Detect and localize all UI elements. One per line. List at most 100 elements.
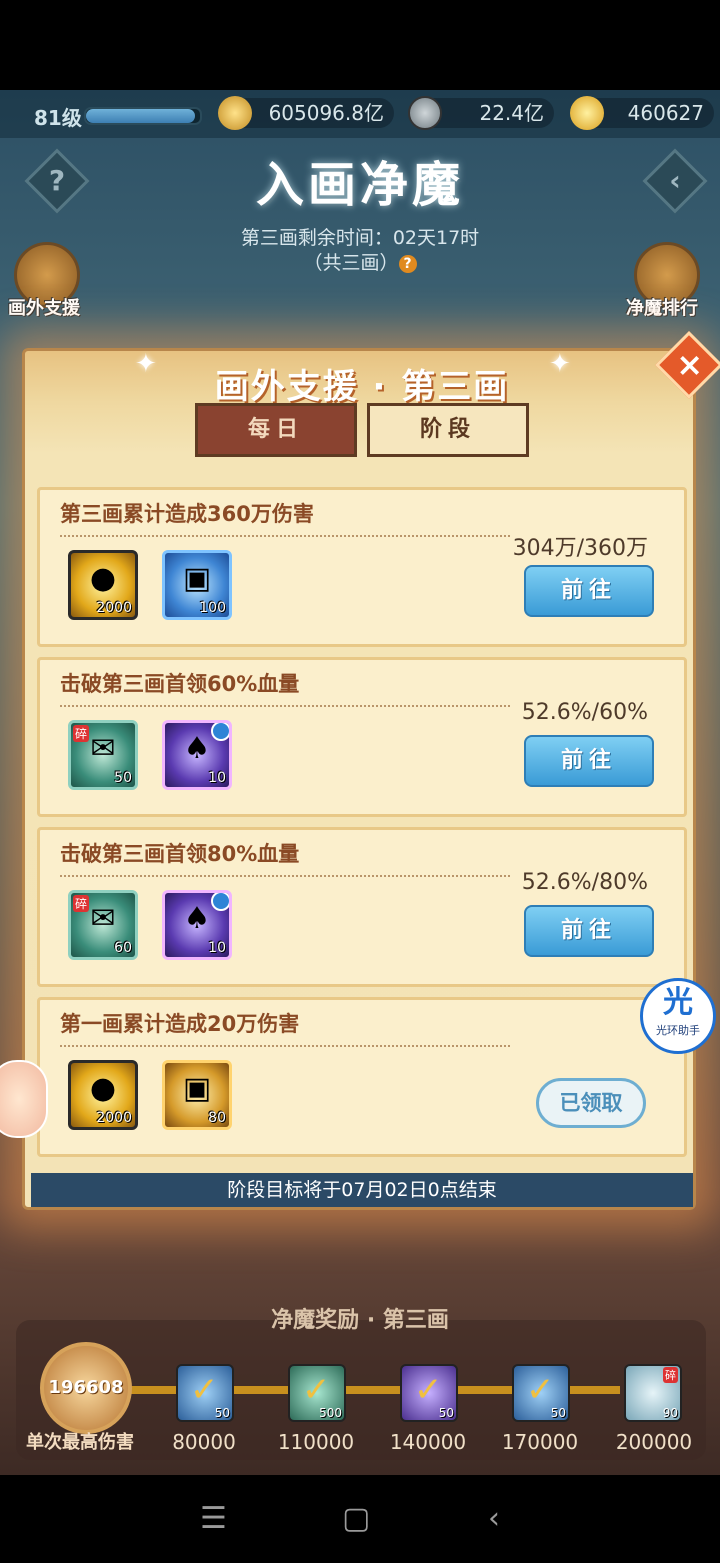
clock-icon: [211, 893, 229, 911]
reward-glyph: ▣: [182, 561, 212, 596]
tab-daily[interactable]: 每日: [195, 403, 357, 457]
player-level: 81级: [34, 106, 82, 130]
golden-chest-icon[interactable]: ▣ 80: [162, 1060, 232, 1130]
reward-count: 100: [199, 600, 226, 616]
level-progress-fill: [86, 109, 196, 123]
remaining-time: 第三画剩余时间：02天17时: [240, 227, 480, 249]
stage-end-notice: 阶段目标将于07月02日0点结束: [31, 1173, 693, 1207]
milestone-reward-icon[interactable]: 碎 90: [624, 1364, 682, 1422]
reward-glyph: ●: [89, 561, 117, 596]
power-display: 605096.8亿: [218, 96, 394, 130]
helper-icon: 光: [663, 985, 693, 1020]
milestone-reward-icon[interactable]: ✓ 50: [400, 1364, 458, 1422]
check-icon: ✓: [302, 1370, 331, 1410]
task-title: 第三画累计造成360万伤害: [60, 502, 314, 526]
help-button[interactable]: ?: [24, 148, 90, 214]
milestone-value: 80000: [172, 1430, 236, 1454]
check-icon: ✓: [414, 1370, 443, 1410]
coin-value: 22.4亿: [479, 101, 544, 125]
spirit-icon[interactable]: ♠ 10: [162, 720, 232, 790]
spirit-icon[interactable]: ♠ 10: [162, 890, 232, 960]
milestone-reward-icon[interactable]: ✓ 500: [288, 1364, 346, 1422]
milestone-value: 200000: [615, 1430, 693, 1454]
gold-ingots-icon[interactable]: ● 2000: [68, 550, 138, 620]
milestone-value: 170000: [501, 1430, 579, 1454]
milestone-reward-icon[interactable]: ✓ 50: [512, 1364, 570, 1422]
system-nav-bar: ☰ ▢ ‹: [0, 1475, 720, 1563]
info-icon[interactable]: ?: [398, 254, 417, 273]
task-progress: 304万/360万: [512, 536, 648, 561]
reward-count: 80: [208, 1110, 226, 1126]
scroll-fragment-icon[interactable]: 碎 ✉ 60: [68, 890, 138, 960]
menu-icon[interactable]: ☰: [200, 1501, 227, 1536]
milestone-count: 50: [550, 1406, 566, 1420]
reward-count: 10: [208, 770, 226, 786]
helper-label: 光环助手: [656, 1024, 700, 1037]
back-button[interactable]: ‹: [642, 148, 708, 214]
gold-value: 460627: [627, 101, 704, 125]
tab-stage[interactable]: 阶段: [367, 403, 529, 457]
go-button[interactable]: 前往: [524, 905, 654, 957]
close-icon: ×: [676, 345, 704, 384]
reward-count: 60: [114, 940, 132, 956]
task-title: 击破第三画首领80%血量: [60, 842, 300, 866]
task-card: 第三画累计造成360万伤害 304万/360万 ● 2000 ▣ 100 前往: [37, 487, 687, 647]
game-screen: 81级 605096.8亿 22.4亿 460627 ? ‹ 入画净魔 第三画剩…: [0, 90, 720, 1475]
treasure-chest-icon[interactable]: ▣ 100: [162, 550, 232, 620]
gold-ingots-icon[interactable]: ● 2000: [68, 1060, 138, 1130]
reward-glyph: ✉: [90, 901, 116, 936]
max-damage-label: 单次最高伤害: [26, 1432, 134, 1453]
milestone-count: 50: [438, 1406, 454, 1420]
reward-count: 10: [208, 940, 226, 956]
home-icon[interactable]: ▢: [342, 1501, 370, 1536]
panel-title: 画外支援 · 第三画: [214, 367, 510, 407]
reward-count: 2000: [96, 600, 132, 616]
divider: [60, 1045, 510, 1047]
divider: [60, 705, 510, 707]
milestone-value: 110000: [277, 1430, 355, 1454]
milestone-count: 90: [662, 1406, 678, 1420]
gold-display: 460627: [570, 96, 714, 130]
milestone-value: 140000: [389, 1430, 467, 1454]
support-label[interactable]: 画外支援: [8, 294, 80, 320]
resource-bar: 81级 605096.8亿 22.4亿 460627: [0, 90, 720, 138]
total-paintings: （共三画）?: [0, 248, 720, 275]
floating-avatar[interactable]: [0, 1060, 48, 1138]
milestone-count: 500: [319, 1406, 342, 1420]
task-card: 击破第三画首领60%血量 52.6%/60% 碎 ✉ 50 ♠ 10 前往: [37, 657, 687, 817]
event-title: 入画净魔: [255, 157, 464, 213]
reward-count: 2000: [96, 1110, 132, 1126]
support-panel: ✦ ✦ 画外支援 · 第三画 × 每日 阶段 第三画累计造成360万伤害 304…: [22, 331, 720, 1210]
reward-count: 50: [114, 770, 132, 786]
check-icon: ✓: [526, 1370, 555, 1410]
reward-glyph: ✉: [90, 731, 116, 766]
reward-title: 净魔奖励 · 第三画: [271, 1308, 449, 1333]
clock-icon: [211, 723, 229, 741]
divider: [60, 875, 510, 877]
coin-display: 22.4亿: [408, 96, 554, 130]
max-damage-badge: 196608: [40, 1342, 132, 1434]
back-arrow-icon: ‹: [669, 164, 681, 197]
go-button[interactable]: 前往: [524, 565, 654, 617]
helper-button[interactable]: 光 光环助手: [640, 978, 716, 1054]
milestone-count: 50: [214, 1406, 230, 1420]
gold-ingot-icon: [570, 96, 604, 130]
reward-glyph: ●: [89, 1071, 117, 1106]
task-card: 第一画累计造成20万伤害 ● 2000 ▣ 80 已领取: [37, 997, 687, 1157]
divider: [60, 535, 510, 537]
ranking-label[interactable]: 净魔排行: [626, 294, 698, 320]
fragment-tag: 碎: [663, 1367, 678, 1383]
back-icon[interactable]: ‹: [488, 1501, 500, 1536]
task-card: 击破第三画首领80%血量 52.6%/80% 碎 ✉ 60 ♠ 10 前往: [37, 827, 687, 987]
milestone-reward-icon[interactable]: ✓ 50: [176, 1364, 234, 1422]
scroll-fragment-icon[interactable]: 碎 ✉ 50: [68, 720, 138, 790]
total-paintings-text: （共三画）: [303, 252, 399, 274]
task-progress: 52.6%/60%: [521, 700, 648, 725]
reward-glyph: ▣: [182, 1071, 212, 1106]
power-value: 605096.8亿: [268, 101, 384, 125]
battle-power-icon: [218, 96, 252, 130]
go-button[interactable]: 前往: [524, 735, 654, 787]
copper-coin-icon: [408, 96, 442, 130]
level-progress-bar: [84, 107, 202, 125]
claimed-badge: 已领取: [536, 1078, 646, 1128]
